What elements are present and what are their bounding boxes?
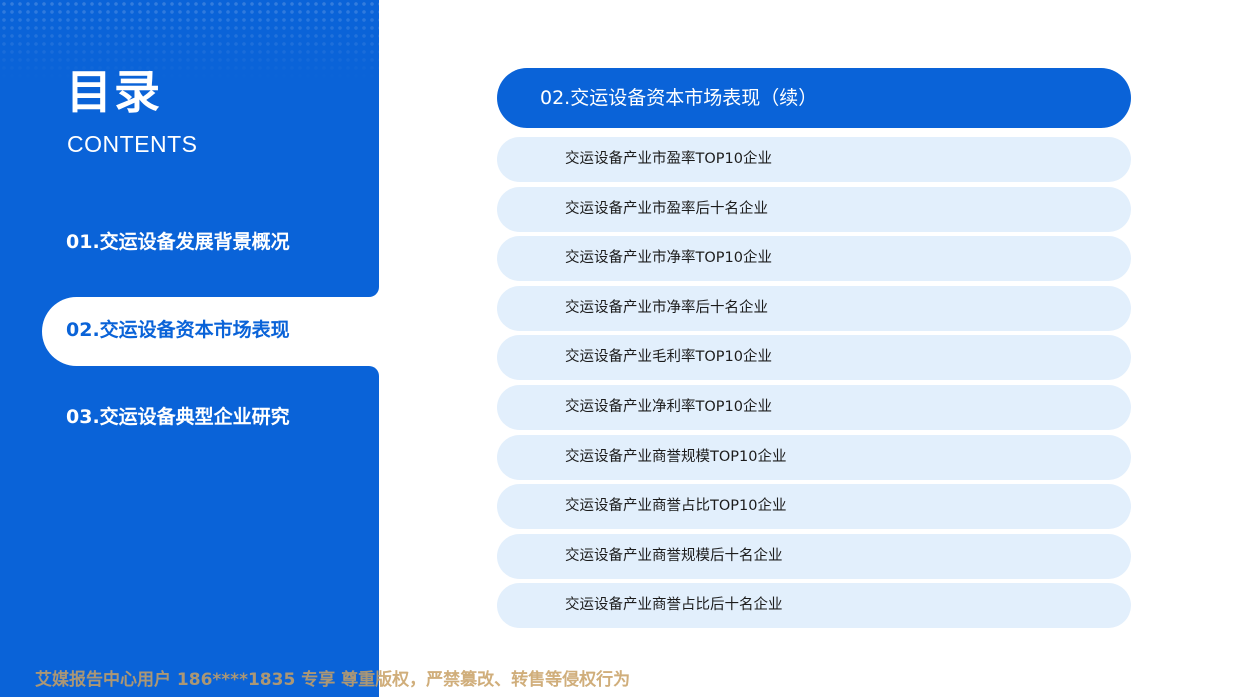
list-item-label: 交运设备产业毛利率TOP10企业 (565, 349, 772, 366)
list-item[interactable]: 交运设备产业市盈率TOP10企业 (497, 137, 1131, 182)
active-tab-corner-top (369, 287, 379, 297)
list-item[interactable]: 交运设备产业毛利率TOP10企业 (497, 335, 1131, 381)
active-tab-corner-bottom (369, 366, 379, 376)
sidebar-item-companies[interactable]: 03.交运设备典型企业研究 (66, 404, 290, 430)
contents-list: 交运设备产业市盈率TOP10企业 交运设备产业市盈率后十名企业 交运设备产业市净… (497, 137, 1131, 633)
list-item[interactable]: 交运设备产业净利率TOP10企业 (497, 384, 1131, 430)
list-item-label: 交运设备产业商誉规模后十名企业 (565, 547, 783, 564)
section-header: 02.交运设备资本市场表现（续） (497, 68, 1131, 128)
list-item-label: 交运设备产业市净率TOP10企业 (565, 250, 772, 267)
page-title: 目录 (66, 65, 162, 119)
list-item[interactable]: 交运设备产业商誉占比TOP10企业 (497, 484, 1131, 530)
list-item-label: 交运设备产业商誉占比后十名企业 (565, 597, 783, 614)
dot-pattern-decoration (0, 0, 379, 80)
list-item-label: 交运设备产业市净率后十名企业 (565, 299, 768, 316)
list-item-label: 交运设备产业商誉规模TOP10企业 (565, 448, 787, 465)
list-item-label: 交运设备产业市盈率TOP10企业 (565, 151, 772, 167)
list-item[interactable]: 交运设备产业商誉规模后十名企业 (497, 533, 1131, 579)
list-item[interactable]: 交运设备产业市净率TOP10企业 (497, 236, 1131, 282)
list-item[interactable]: 交运设备产业市净率后十名企业 (497, 285, 1131, 331)
list-item[interactable]: 交运设备产业商誉规模TOP10企业 (497, 434, 1131, 480)
sidebar-item-background[interactable]: 01.交运设备发展背景概况 (66, 229, 290, 255)
list-item-label: 交运设备产业市盈率后十名企业 (565, 200, 768, 217)
list-item-label: 交运设备产业净利率TOP10企业 (565, 398, 772, 415)
section-header-label: 02.交运设备资本市场表现（续） (540, 87, 818, 109)
sidebar-item-capital-market[interactable]: 02.交运设备资本市场表现 (42, 287, 379, 376)
list-item[interactable]: 交运设备产业商誉占比后十名企业 (497, 583, 1131, 629)
copyright-watermark: 艾媒报告中心用户 186****1835 专享 尊重版权，严禁篡改、转售等侵权行… (35, 670, 631, 690)
list-item-label: 交运设备产业商誉占比TOP10企业 (565, 498, 787, 515)
page-subtitle: CONTENTS (67, 131, 198, 157)
sidebar-item-label: 02.交运设备资本市场表现 (66, 319, 290, 341)
list-item[interactable]: 交运设备产业市盈率后十名企业 (497, 186, 1131, 232)
